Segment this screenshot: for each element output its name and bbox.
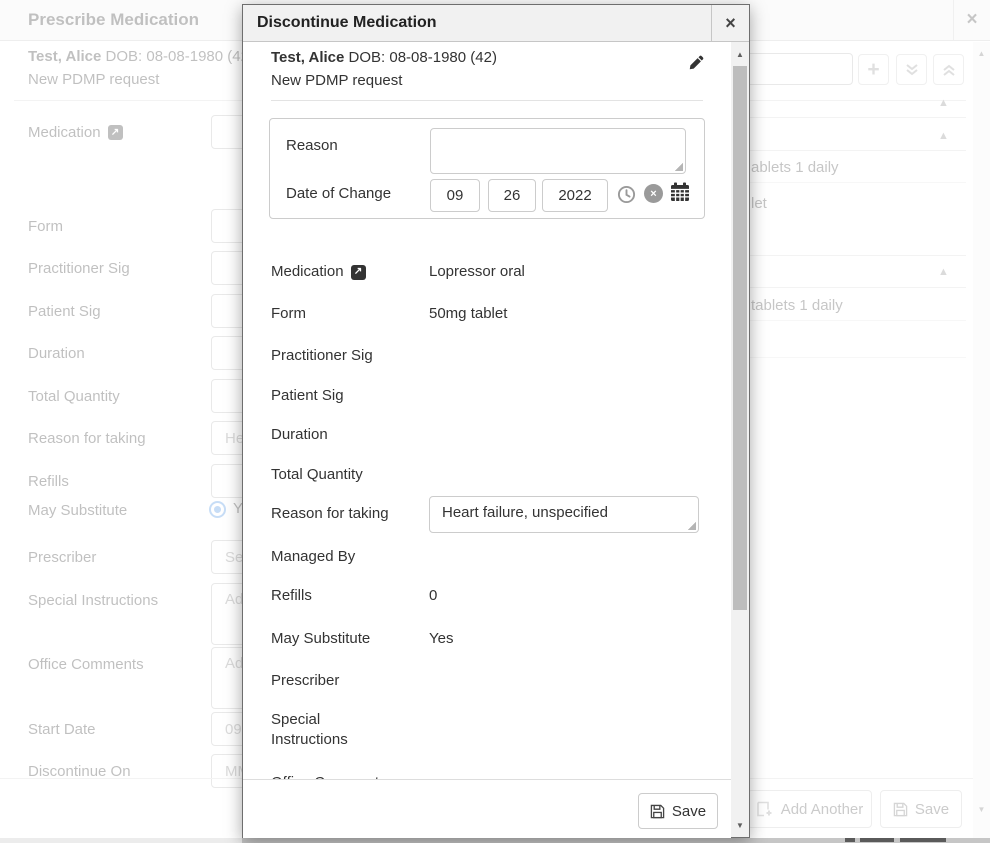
discontinue-medication-dialog: Discontinue Medication × Test, Alice DOB… — [242, 4, 750, 838]
field-label: Duration — [28, 336, 85, 370]
row-prescriber: Prescriber — [243, 671, 713, 691]
add-button[interactable]: + — [858, 54, 889, 85]
field-label: Discontinue On — [28, 754, 131, 788]
pdmp-request-link[interactable]: New PDMP request — [271, 72, 402, 89]
field-label: May Substitute — [28, 500, 127, 520]
clipped-text-fragment — [900, 838, 946, 842]
divider — [750, 182, 966, 183]
medication-list-item[interactable]: ablets 1 daily — [751, 159, 839, 176]
reason-for-taking-textarea[interactable]: Heart failure, unspecified — [429, 496, 699, 533]
double-chevron-down-icon — [904, 63, 920, 77]
row-practitioner-sig: Practitioner Sig — [243, 346, 713, 366]
row-duration: Duration — [243, 425, 713, 445]
scrollbar-thumb[interactable] — [733, 66, 747, 610]
date-of-change-label: Date of Change — [286, 185, 391, 202]
field-label: Total Quantity — [28, 379, 120, 413]
field-value: 50mg tablet — [429, 304, 507, 324]
date-month-input[interactable]: 09 — [430, 179, 480, 212]
discontinue-details-box: Reason Date of Change 09 26 2022 × — [269, 118, 705, 219]
dialog-footer: Save — [243, 779, 731, 838]
date-day-input[interactable]: 26 — [488, 179, 536, 212]
patient-summary: Test, Alice DOB: 08-08-1980 (42) — [271, 49, 497, 66]
field-label: Patient Sig — [28, 294, 101, 328]
dialog-header: Discontinue Medication × — [243, 5, 749, 42]
reason-label: Reason — [286, 137, 338, 154]
field-label: Refills — [28, 464, 69, 498]
scroll-up-icon[interactable]: ▲ — [973, 46, 990, 60]
reason-textarea[interactable] — [430, 128, 686, 174]
row-medication: Medication↗ Lopressor oral — [243, 262, 713, 282]
row-refills: Refills 0 — [243, 586, 713, 606]
field-label: Special Instructions — [28, 583, 158, 617]
save-icon — [650, 804, 665, 819]
external-link-icon: ↗ — [108, 125, 123, 140]
divider — [750, 150, 966, 151]
expand-all-button[interactable] — [896, 54, 927, 85]
field-value: Yes — [429, 629, 453, 649]
add-prescription-icon — [756, 801, 774, 817]
row-form: Form 50mg tablet — [243, 304, 713, 324]
field-label: Reason for taking — [28, 421, 146, 455]
clipped-text-fragment — [860, 838, 894, 842]
row-managed-by: Managed By — [243, 547, 713, 567]
collapse-all-button[interactable] — [933, 54, 964, 85]
dialog-scrollbar[interactable]: ▲ ▼ — [731, 42, 749, 837]
field-label: Office Comments — [28, 647, 144, 681]
field-label: Prescriber — [28, 540, 96, 574]
save-icon — [893, 802, 908, 817]
field-label: Medication — [28, 124, 101, 141]
divider — [750, 255, 966, 256]
field-label: Start Date — [28, 712, 96, 746]
external-link-icon[interactable]: ↗ — [351, 265, 366, 280]
divider — [750, 320, 966, 321]
save-button[interactable]: Save — [638, 793, 718, 829]
page-title: Prescribe Medication — [28, 0, 199, 40]
calendar-icon[interactable] — [670, 182, 690, 202]
edit-pencil-icon[interactable] — [689, 55, 704, 75]
double-chevron-up-icon — [941, 63, 957, 77]
collapse-caret-icon[interactable]: ▲ — [938, 97, 949, 109]
clear-date-icon[interactable]: × — [644, 184, 663, 203]
page-scrollbar[interactable]: ▲ ▼ — [973, 42, 990, 838]
scroll-up-icon[interactable]: ▲ — [731, 46, 749, 62]
dialog-close-icon[interactable]: × — [711, 5, 749, 41]
row-may-substitute: May Substitute Yes — [243, 629, 713, 649]
field-label: Practitioner Sig — [28, 251, 130, 285]
dialog-title: Discontinue Medication — [257, 5, 437, 41]
collapse-caret-icon[interactable]: ▲ — [938, 266, 949, 278]
row-special-instructions: Special Instructions — [243, 710, 713, 750]
divider — [750, 117, 966, 118]
patient-summary: Test, Alice DOB: 08-08-1980 (42) — [28, 48, 254, 65]
page-close-icon[interactable]: × — [953, 0, 990, 40]
medication-list-item[interactable]: tablets 1 daily — [751, 297, 843, 314]
divider — [750, 357, 966, 358]
field-label: Form — [28, 209, 63, 243]
pdmp-request-link[interactable]: New PDMP request — [28, 71, 159, 88]
divider — [271, 100, 703, 101]
field-value: 0 — [429, 586, 437, 606]
field-value: Lopressor oral — [429, 262, 525, 282]
clipped-text-fragment — [845, 838, 855, 842]
may-substitute-yes-radio[interactable] — [209, 501, 226, 518]
scroll-down-icon[interactable]: ▼ — [731, 817, 749, 833]
time-icon[interactable] — [616, 184, 636, 204]
row-total-quantity: Total Quantity — [243, 465, 713, 485]
save-button[interactable]: Save — [880, 790, 962, 828]
row-patient-sig: Patient Sig — [243, 386, 713, 406]
add-another-button[interactable]: Add Another — [747, 790, 872, 828]
collapse-caret-icon[interactable]: ▲ — [938, 130, 949, 142]
date-year-input[interactable]: 2022 — [542, 179, 608, 212]
scroll-down-icon[interactable]: ▼ — [973, 802, 990, 816]
plus-icon: + — [867, 58, 879, 82]
divider — [750, 287, 966, 288]
medication-list-item[interactable]: let — [751, 195, 767, 212]
